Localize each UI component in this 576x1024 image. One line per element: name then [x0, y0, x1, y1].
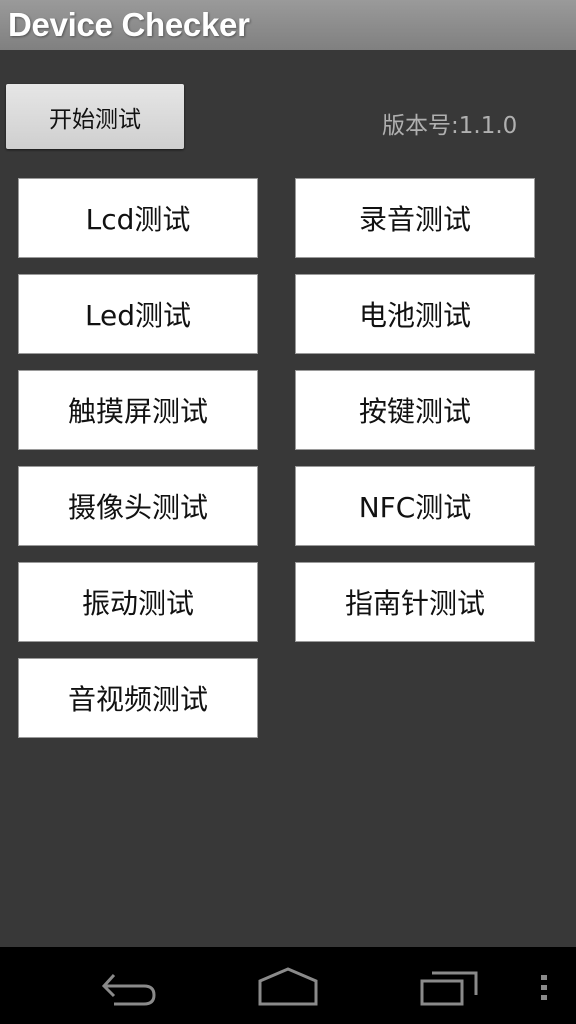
battery-test-button[interactable]: 电池测试: [295, 274, 535, 354]
back-icon[interactable]: [96, 967, 160, 1007]
key-test-button[interactable]: 按键测试: [295, 370, 535, 450]
recent-apps-icon[interactable]: [418, 967, 482, 1007]
led-test-button[interactable]: Led测试: [18, 274, 258, 354]
touchscreen-test-button[interactable]: 触摸屏测试: [18, 370, 258, 450]
start-test-button[interactable]: 开始测试: [6, 84, 184, 149]
version-label: 版本号:1.1.0: [382, 113, 518, 139]
app-title: Device Checker: [8, 6, 250, 43]
navigation-bar: [0, 947, 576, 1024]
vibration-test-button[interactable]: 振动测试: [18, 562, 258, 642]
compass-test-button[interactable]: 指南针测试: [295, 562, 535, 642]
home-icon[interactable]: [256, 967, 320, 1007]
lcd-test-button[interactable]: Lcd测试: [18, 178, 258, 258]
title-bar: Device Checker: [0, 0, 576, 50]
camera-test-button[interactable]: 摄像头测试: [18, 466, 258, 546]
recording-test-button[interactable]: 录音测试: [295, 178, 535, 258]
nfc-test-button[interactable]: NFC测试: [295, 466, 535, 546]
audio-video-test-button[interactable]: 音视频测试: [18, 658, 258, 738]
overflow-menu-icon[interactable]: [538, 967, 550, 1007]
